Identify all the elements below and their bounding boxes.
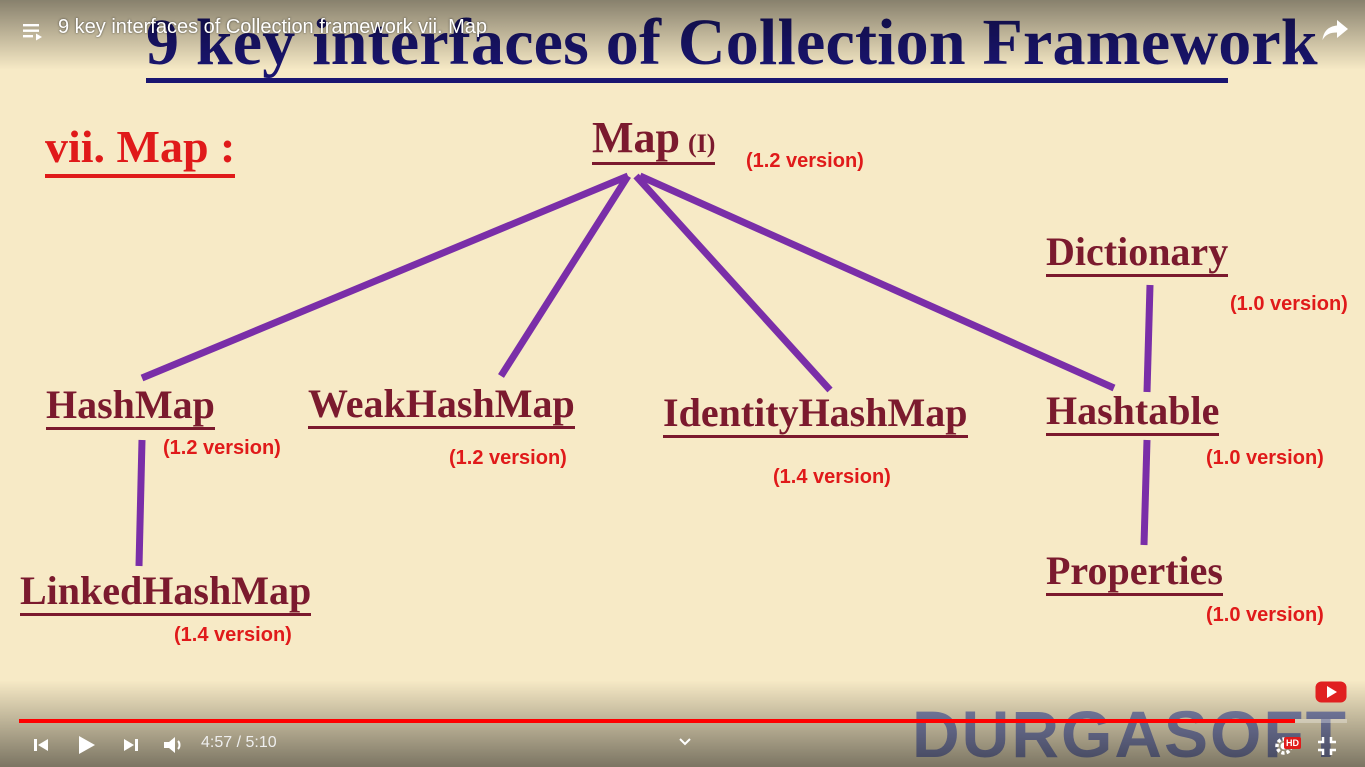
node-properties: Properties: [1046, 549, 1223, 596]
node-hashmap: HashMap: [46, 383, 215, 430]
connector-dictionary-hashtable: [1143, 284, 1154, 393]
node-map-label: Map: [592, 113, 680, 162]
version-properties: (1.0 version): [1206, 604, 1324, 626]
connector-map-hashmap: [140, 172, 630, 382]
node-map: Map (I): [592, 113, 716, 166]
youtube-subscribe-icon[interactable]: [1314, 679, 1348, 705]
connector-hashtable-properties: [1140, 439, 1151, 546]
connector-map-hashtable: [638, 172, 1116, 392]
version-hashtable: (1.0 version): [1206, 447, 1324, 469]
version-identityhashmap: (1.4 version): [773, 466, 891, 488]
next-icon[interactable]: [118, 733, 144, 757]
interface-marker: (I): [688, 129, 716, 158]
connector-hashmap-linkedhashmap: [135, 439, 146, 567]
node-hashtable: Hashtable: [1046, 389, 1220, 436]
node-linkedhashmap: LinkedHashMap: [20, 569, 312, 616]
time-display: 4:57 / 5:10: [201, 734, 277, 751]
exit-fullscreen-icon[interactable]: [1314, 733, 1340, 759]
hd-badge: HD: [1284, 737, 1301, 749]
previous-icon[interactable]: [28, 733, 54, 757]
version-hashmap: (1.2 version): [163, 437, 281, 459]
version-linkedhashmap: (1.4 version): [174, 624, 292, 646]
node-weakhashmap: WeakHashMap: [308, 382, 575, 429]
version-map: (1.2 version): [746, 150, 864, 172]
volume-icon[interactable]: [160, 732, 188, 758]
video-player[interactable]: 9 key interfaces of Collection Framework…: [0, 0, 1365, 767]
chevron-down-icon[interactable]: [674, 733, 696, 751]
version-weakhashmap: (1.2 version): [449, 447, 567, 469]
share-icon[interactable]: [1320, 16, 1350, 44]
connector-map-identityhashmap: [633, 173, 833, 393]
play-icon[interactable]: [71, 731, 101, 759]
progress-bar[interactable]: [19, 719, 1347, 723]
node-identityhashmap: IdentityHashMap: [663, 391, 968, 438]
video-title[interactable]: 9 key interfaces of Collection framework…: [58, 16, 487, 39]
progress-played: [19, 719, 1296, 723]
node-dictionary: Dictionary: [1046, 230, 1229, 277]
playlist-icon[interactable]: [20, 18, 46, 44]
version-dictionary: (1.0 version): [1230, 293, 1348, 315]
